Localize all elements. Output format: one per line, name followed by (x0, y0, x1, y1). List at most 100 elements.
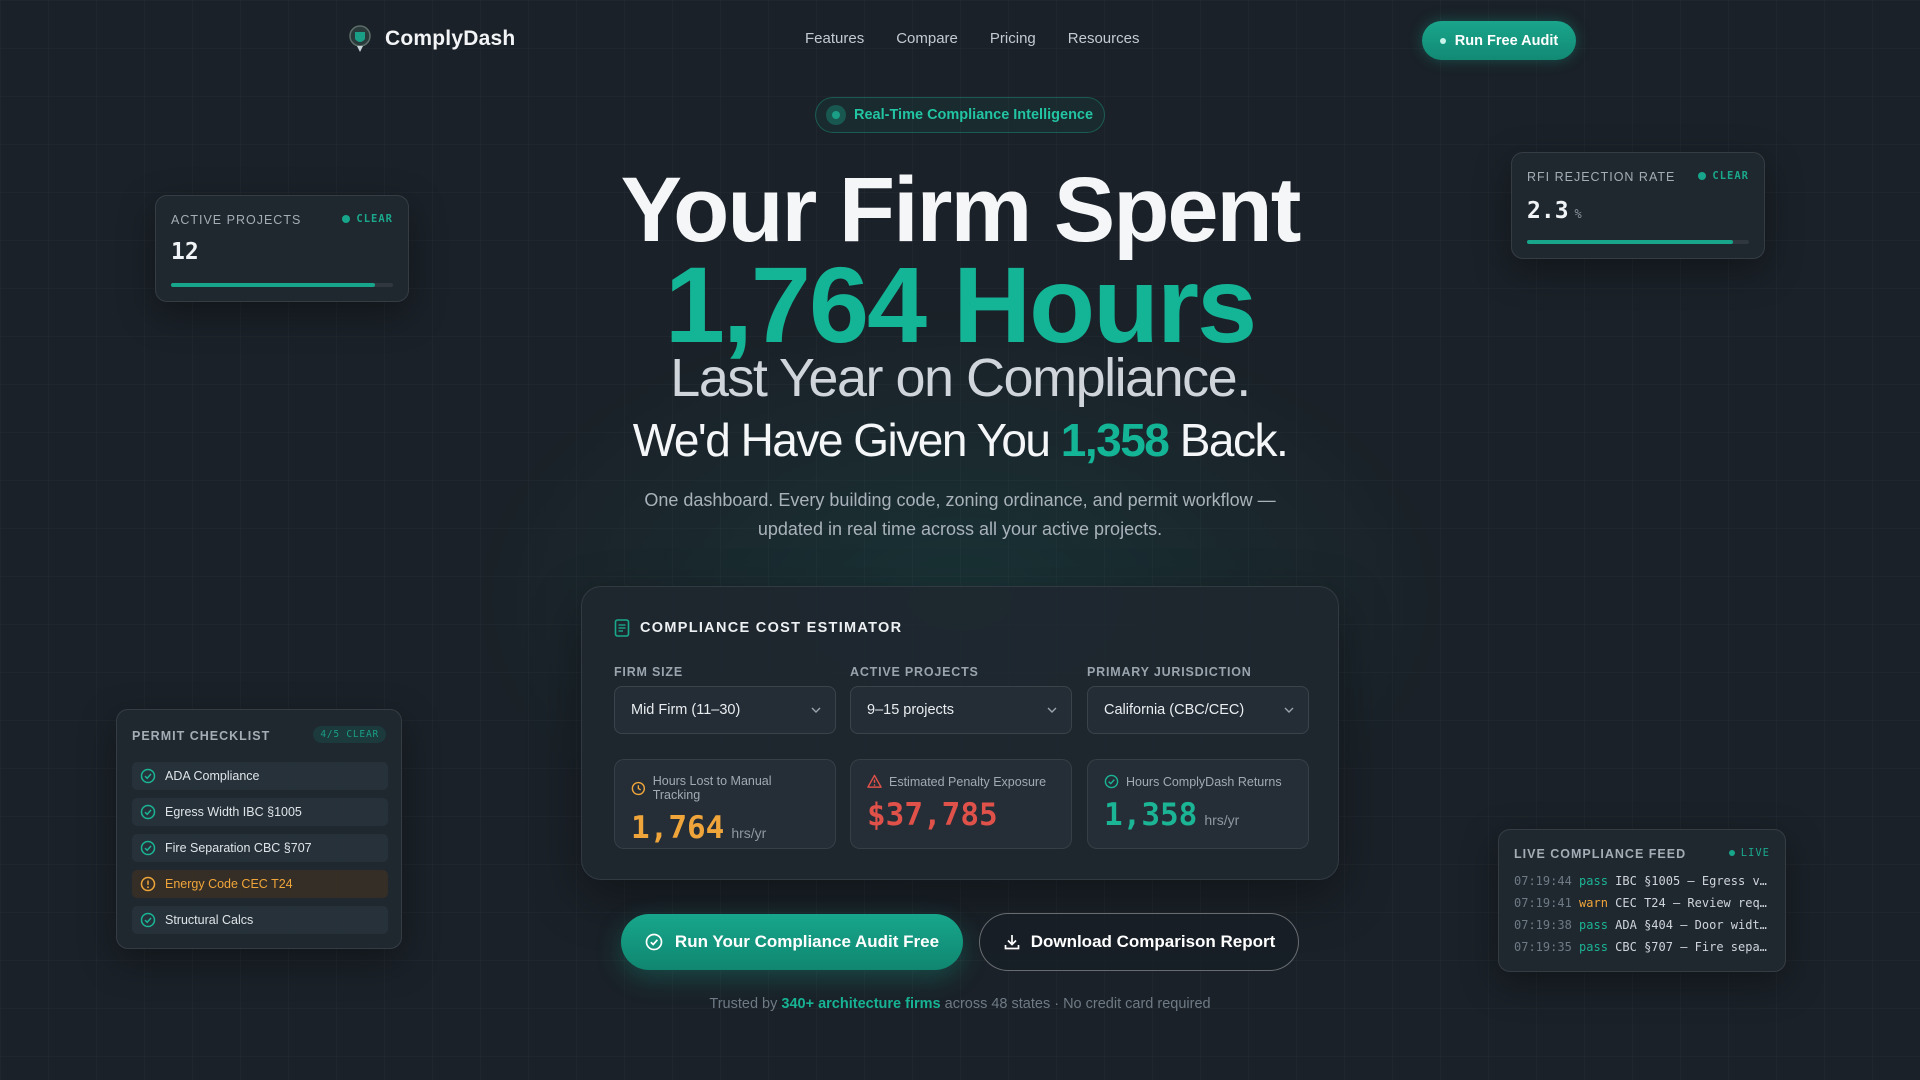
feed-entry-time: 07:19:44 (1514, 874, 1572, 888)
stat-hours-lost-unit: hrs/yr (731, 825, 767, 841)
check-circle-icon (140, 768, 156, 784)
trust-suffix: across 48 states · No credit card requir… (944, 996, 1211, 1012)
stat-hours-returned-value: 1,358 (1104, 797, 1198, 833)
primary-jurisdiction-value: California (CBC/CEC) (1104, 702, 1245, 718)
active-projects-value: 9–15 projects (867, 702, 955, 718)
compliance-cost-estimator: COMPLIANCE COST ESTIMATOR FIRM SIZE ACTI… (581, 586, 1339, 880)
active-projects-progress (171, 283, 393, 287)
feed-entry-level: pass (1579, 918, 1608, 932)
stat-hours-lost: Hours Lost to Manual Tracking 1,764 hrs/… (614, 759, 836, 849)
chevron-down-icon (1047, 707, 1057, 713)
stat-penalty-exposure: Estimated Penalty Exposure $37,785 (850, 759, 1072, 849)
primary-jurisdiction-label: PRIMARY JURISDICTION (1087, 665, 1252, 679)
active-projects-progress-fill (171, 283, 376, 287)
feed-entry-time: 07:19:38 (1514, 918, 1572, 932)
checklist-item-fire-separation[interactable]: Fire Separation CBC §707 (132, 834, 388, 862)
feed-entry-time: 07:19:35 (1514, 940, 1572, 954)
hero-headline-line4: We'd Have Given You 1,358 Back. (460, 412, 1460, 468)
feed-entry-level: pass (1579, 874, 1608, 888)
check-circle-icon (140, 840, 156, 856)
rfi-rate-metric: 2.3 % (1527, 198, 1582, 224)
download-comparison-report-button[interactable]: Download Comparison Report (979, 913, 1299, 971)
main-nav: Features Compare Pricing Resources (805, 30, 1139, 47)
feed-entry: 07:19:44 pass IBC §1005 — Egress v… (1514, 870, 1772, 892)
hero-line4-number: 1,358 (1060, 414, 1170, 466)
stat-hours-returned-label: Hours ComplyDash Returns (1126, 774, 1282, 789)
chevron-down-icon (811, 707, 821, 713)
rfi-rate-value: 2.3 (1527, 198, 1569, 224)
checklist-item-energy-code[interactable]: Energy Code CEC T24 (132, 870, 388, 898)
check-circle-icon (645, 933, 663, 951)
status-dot-icon (1698, 172, 1707, 180)
check-circle-icon (1104, 774, 1119, 789)
hero-line4-suffix: Back. (1179, 414, 1289, 466)
firm-size-select[interactable]: Mid Firm (11–30) (614, 686, 836, 734)
checklist-item-ada[interactable]: ADA Compliance (132, 762, 388, 790)
document-icon (614, 619, 630, 637)
stat-hours-lost-value: 1,764 (631, 810, 725, 846)
active-projects-label: ACTIVE PROJECTS (850, 665, 979, 679)
nav-link-compare[interactable]: Compare (896, 30, 958, 47)
feed-entry-text: CEC T24 — Review req… (1615, 896, 1767, 910)
rfi-rate-card-label: RFI REJECTION RATE (1527, 170, 1676, 184)
nav-link-features[interactable]: Features (805, 30, 864, 47)
permit-checklist-list: ADA Compliance Egress Width IBC §1005 Fi… (132, 762, 388, 942)
hero-headline-line3: Last Year on Compliance. (670, 348, 1251, 408)
hero-headline-hours: 1,764 Hours (664, 244, 1257, 365)
run-compliance-audit-button[interactable]: Run Your Compliance Audit Free (621, 914, 963, 970)
download-comparison-report-label: Download Comparison Report (1030, 932, 1276, 951)
active-projects-card-label: ACTIVE PROJECTS (171, 213, 302, 227)
brand-logo[interactable]: ComplyDash (347, 24, 515, 54)
primary-jurisdiction-select[interactable]: California (CBC/CEC) (1087, 686, 1309, 734)
checklist-item-label: Structural Calcs (165, 913, 254, 927)
live-compliance-feed-card: LIVE COMPLIANCE FEED LIVE 07:19:44 pass … (1498, 829, 1786, 972)
stat-penalty-value: $37,785 (867, 797, 998, 833)
trust-prefix: Trusted by (709, 996, 778, 1012)
feed-entry-text: IBC §1005 — Egress v… (1615, 874, 1767, 888)
firm-size-value: Mid Firm (11–30) (631, 702, 741, 718)
checklist-item-label: Egress Width IBC §1005 (165, 805, 302, 819)
live-feed-list: 07:19:44 pass IBC §1005 — Egress v… 07:1… (1514, 870, 1772, 958)
trust-line: Trusted by 340+ architecture firms acros… (560, 996, 1360, 1012)
hero-badge-text: Real-Time Compliance Intelligence (854, 107, 1094, 123)
active-projects-value: 12 (171, 239, 199, 265)
rfi-rate-unit: % (1574, 207, 1582, 221)
estimator-title-text: COMPLIANCE COST ESTIMATOR (640, 620, 903, 636)
checklist-item-label: Fire Separation CBC §707 (165, 841, 312, 855)
stat-penalty-label: Estimated Penalty Exposure (889, 774, 1047, 789)
checklist-item-structural-calcs[interactable]: Structural Calcs (132, 906, 388, 934)
live-feed-title: LIVE COMPLIANCE FEED (1514, 847, 1687, 861)
stat-hours-returned: Hours ComplyDash Returns 1,358 hrs/yr (1087, 759, 1309, 849)
hero-line4-prefix: We'd Have Given You (632, 414, 1051, 466)
feed-entry-level: pass (1579, 940, 1608, 954)
active-projects-card: ACTIVE PROJECTS CLEAR 12 (155, 195, 409, 302)
permit-checklist-title: PERMIT CHECKLIST (132, 729, 271, 743)
active-projects-select[interactable]: 9–15 projects (850, 686, 1072, 734)
permit-checklist-card: PERMIT CHECKLIST 4/5 CLEAR ADA Complianc… (116, 709, 402, 949)
checklist-item-label: Energy Code CEC T24 (165, 877, 293, 891)
alert-triangle-icon (867, 774, 882, 788)
chevron-down-icon (1284, 707, 1294, 713)
pulse-dot-icon (826, 105, 846, 125)
checklist-item-egress[interactable]: Egress Width IBC §1005 (132, 798, 388, 826)
hero-subtitle: One dashboard. Every building code, zoni… (460, 486, 1460, 544)
feed-entry-level: warn (1579, 896, 1608, 910)
hero-badge: Real-Time Compliance Intelligence (815, 97, 1105, 133)
rfi-rejection-rate-card: RFI REJECTION RATE CLEAR 2.3 % (1511, 152, 1765, 259)
live-dot-icon (1728, 850, 1735, 856)
nav-link-resources[interactable]: Resources (1068, 30, 1140, 47)
feed-entry: 07:19:41 warn CEC T24 — Review req… (1514, 892, 1772, 914)
nav-link-pricing[interactable]: Pricing (990, 30, 1036, 47)
checklist-item-label: ADA Compliance (165, 769, 260, 783)
trust-highlight: 340+ architecture firms (781, 996, 941, 1012)
run-compliance-audit-label: Run Your Compliance Audit Free (674, 932, 940, 951)
feed-entry-time: 07:19:41 (1514, 896, 1572, 910)
hero-subtitle-line2: updated in real time across all your act… (757, 519, 1163, 539)
run-free-audit-button[interactable]: Run Free Audit (1422, 21, 1576, 60)
stat-hours-returned-unit: hrs/yr (1204, 812, 1240, 828)
estimator-title: COMPLIANCE COST ESTIMATOR (614, 619, 902, 637)
rfi-rate-status-text: CLEAR (1712, 170, 1749, 182)
live-feed-status-text: LIVE (1740, 847, 1770, 859)
status-dot-icon (1439, 37, 1446, 44)
alert-circle-icon (140, 876, 156, 892)
